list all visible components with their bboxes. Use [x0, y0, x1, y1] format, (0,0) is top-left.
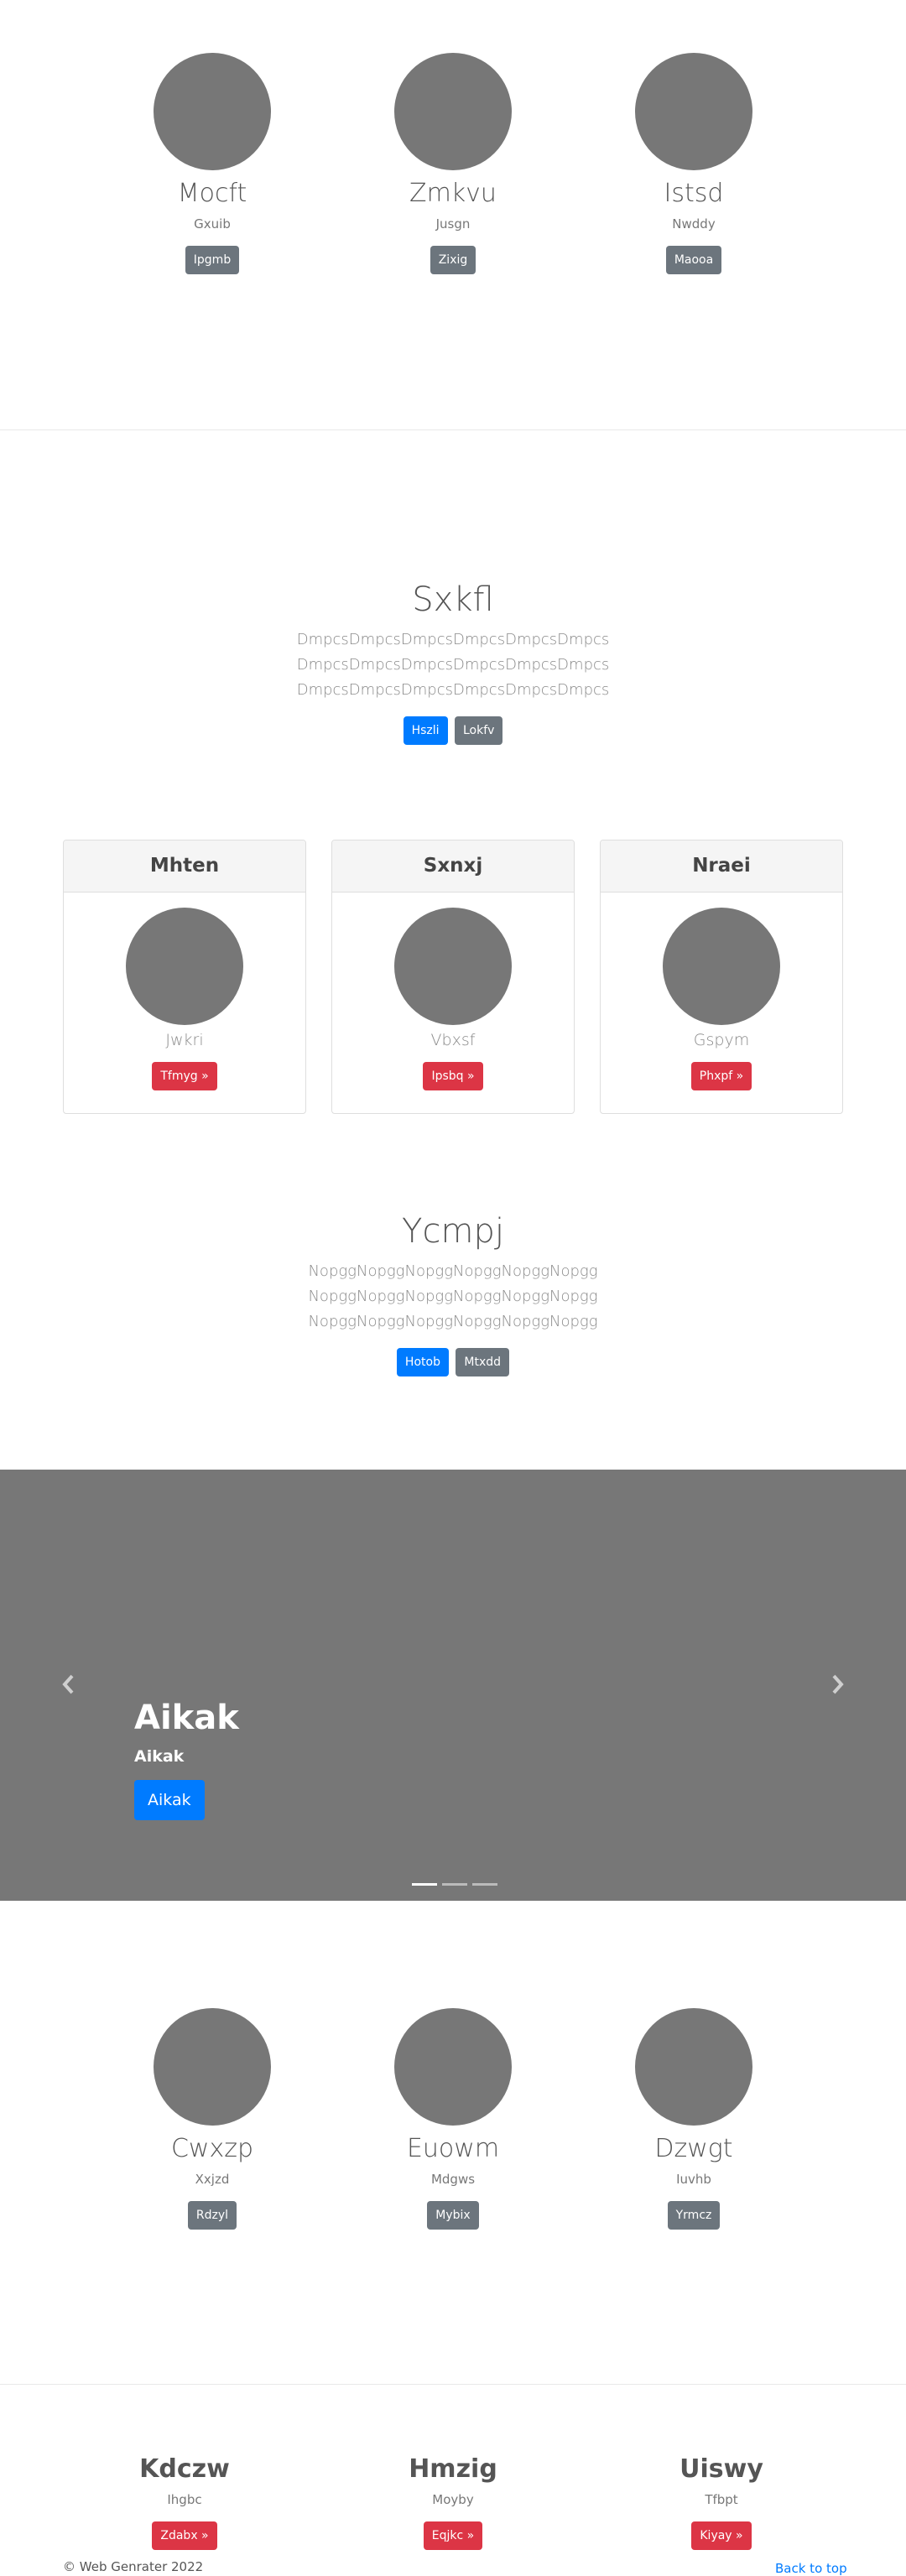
carousel-button[interactable]: Aikak — [134, 1780, 205, 1820]
hero-text-line: DmpcsDmpcsDmpcsDmpcsDmpcsDmpcs — [296, 656, 610, 674]
hero-text: DmpcsDmpcsDmpcsDmpcsDmpcsDmpcs DmpcsDmpc… — [0, 627, 906, 703]
feature-column: Uiswy Tfbpt Kiyay » — [596, 2454, 847, 2550]
feature-subtitle: Gxuib — [194, 216, 231, 232]
chevron-right-icon[interactable] — [825, 1668, 851, 1701]
placeholder-image — [394, 2008, 512, 2126]
feature-subtitle: Moyby — [432, 2492, 474, 2507]
feature-subtitle: Xxjzd — [195, 2172, 230, 2187]
feature-subtitle: Mdgws — [430, 2172, 476, 2187]
hero-text-line: DmpcsDmpcsDmpcsDmpcsDmpcsDmpcs — [296, 681, 610, 699]
back-to-top-link[interactable]: Back to top — [775, 2560, 847, 2576]
placeholder-image — [126, 908, 243, 1025]
feature-title: Euowm — [406, 2134, 500, 2163]
placeholder-image — [663, 908, 780, 1025]
feature-subtitle: Jusgn — [435, 216, 471, 232]
hero-text-line: NopggNopggNopggNopggNopggNopgg — [308, 1262, 598, 1280]
chevron-left-icon[interactable] — [55, 1668, 81, 1701]
section-divider — [0, 429, 906, 430]
pricing-card: Nraei Gspym Phxpf » — [600, 840, 843, 1114]
hero-buttons: Hszli Lokfv — [0, 716, 906, 745]
carousel-indicator[interactable] — [442, 1883, 467, 1886]
card-subtitle: Vbxsf — [430, 1031, 476, 1049]
feature-column: Istsd Nwddy Maooa — [568, 53, 820, 274]
carousel-subtitle: Aikak — [134, 1747, 185, 1766]
placeholder-image — [154, 53, 271, 170]
carousel-indicator[interactable] — [472, 1883, 497, 1886]
feature-title: Zmkvu — [409, 179, 497, 208]
carousel-caption: Aikak Aikak Aikak — [134, 1696, 239, 1820]
feature-column: Dzwgt Iuvhb Yrmcz — [568, 2008, 820, 2230]
placeholder-image — [394, 53, 512, 170]
feature-column: Euowm Mdgws Mybix — [327, 2008, 579, 2230]
feature-button[interactable]: Yrmcz — [667, 2201, 721, 2230]
feature-title: Hmzig — [409, 2454, 497, 2484]
placeholder-image — [635, 53, 752, 170]
carousel-title: Aikak — [134, 1699, 239, 1737]
feature-column: Kdczw Ihgbc Zdabx » — [59, 2454, 310, 2550]
section-divider — [0, 2384, 906, 2385]
feature-column: Mocft Gxuib Ipgmb — [86, 53, 338, 274]
feature-subtitle: Ihgbc — [167, 2492, 202, 2507]
feature-title: Cwxzp — [170, 2134, 254, 2163]
pricing-card: Mhten Jwkri Tfmyg » — [63, 840, 306, 1114]
placeholder-image — [154, 2008, 271, 2126]
feature-button[interactable]: Kiyay » — [691, 2521, 752, 2550]
footer-copyright: © Web Genrater 2022 — [63, 2559, 204, 2574]
feature-button[interactable]: Zdabx » — [152, 2521, 217, 2550]
card-button[interactable]: Phxpf » — [690, 1062, 752, 1090]
feature-title: Istsd — [664, 179, 724, 208]
feature-column: Zmkvu Jusgn Zixig — [327, 53, 579, 274]
hero-primary-button[interactable]: Hotob — [396, 1348, 449, 1376]
feature-title: Kdczw — [139, 2454, 230, 2484]
feature-title: Uiswy — [680, 2454, 763, 2484]
feature-button[interactable]: Ipgmb — [185, 246, 240, 274]
placeholder-image — [635, 2008, 752, 2126]
carousel-indicator[interactable] — [412, 1883, 437, 1886]
feature-button[interactable]: Rdzyl — [187, 2201, 237, 2230]
feature-title: Dzwgt — [654, 2134, 733, 2163]
feature-button[interactable]: Mybix — [427, 2201, 479, 2230]
hero-section: Ycmpj NopggNopggNopggNopggNopggNopgg Nop… — [0, 1210, 906, 1376]
carousel: Aikak Aikak Aikak — [0, 1470, 906, 1901]
card-header: Nraei — [601, 840, 842, 892]
hero-text: NopggNopggNopggNopggNopggNopgg NopggNopg… — [0, 1259, 906, 1335]
hero-text-line: DmpcsDmpcsDmpcsDmpcsDmpcsDmpcs — [296, 631, 610, 648]
feature-column: Hmzig Moyby Eqjkc » — [327, 2454, 579, 2550]
hero-title: Sxkfl — [412, 580, 494, 619]
feature-subtitle: Tfbpt — [705, 2492, 738, 2507]
hero-secondary-button[interactable]: Mtxdd — [456, 1348, 510, 1376]
card-subtitle: Gspym — [693, 1031, 750, 1049]
card-button[interactable]: Ipsbq » — [423, 1062, 483, 1090]
placeholder-image — [394, 908, 512, 1025]
feature-title: Mocft — [177, 179, 247, 208]
feature-subtitle: Iuvhb — [676, 2172, 711, 2187]
feature-button[interactable]: Zixig — [430, 246, 476, 274]
card-button[interactable]: Tfmyg » — [152, 1062, 217, 1090]
hero-text-line: NopggNopggNopggNopggNopggNopgg — [308, 1313, 598, 1330]
hero-title: Ycmpj — [402, 1212, 504, 1251]
feature-button[interactable]: Eqjkc » — [423, 2521, 483, 2550]
hero-secondary-button[interactable]: Lokfv — [454, 716, 503, 745]
card-subtitle: Jwkri — [165, 1031, 204, 1049]
carousel-indicators — [409, 1875, 500, 1890]
feature-subtitle: Nwddy — [672, 216, 716, 232]
feature-column: Cwxzp Xxjzd Rdzyl — [86, 2008, 338, 2230]
card-header: Sxnxj — [332, 840, 574, 892]
hero-primary-button[interactable]: Hszli — [403, 716, 448, 745]
card-header: Mhten — [64, 840, 305, 892]
feature-button[interactable]: Maooa — [665, 246, 722, 274]
hero-buttons: Hotob Mtxdd — [0, 1348, 906, 1376]
hero-section: Sxkfl DmpcsDmpcsDmpcsDmpcsDmpcsDmpcs Dmp… — [0, 579, 906, 745]
pricing-card: Sxnxj Vbxsf Ipsbq » — [331, 840, 575, 1114]
hero-text-line: NopggNopggNopggNopggNopggNopgg — [308, 1288, 598, 1305]
